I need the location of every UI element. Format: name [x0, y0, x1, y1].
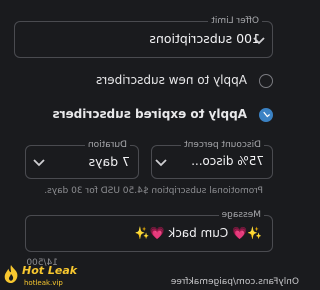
discount-percent-select[interactable]: Discount percent 75% disco...: [151, 139, 273, 179]
offer-limit-select[interactable]: Offer Limit 100 subscriptions: [14, 15, 273, 58]
radio-button[interactable]: [259, 74, 273, 88]
radio-button-checked[interactable]: [259, 108, 273, 122]
duration-select[interactable]: Duration 7 days: [25, 139, 139, 179]
message-legend: Message: [218, 209, 264, 221]
chevron-down-icon: [33, 159, 45, 167]
promo-helper-text: Promotional subscription $4.50 USD for 3…: [44, 186, 263, 196]
watermark-text: Hot Leak: [22, 264, 78, 277]
offer-limit-legend: Offer Limit: [208, 15, 262, 27]
discount-legend: Discount percent: [181, 139, 264, 151]
duration-legend: Duration: [84, 139, 130, 151]
offer-limit-value: 100 subscriptions: [149, 31, 260, 46]
watermark-subtext: hotleak.vip: [24, 279, 63, 287]
footer-url: OnlyFans.com/paigemakfree: [170, 277, 299, 287]
flame-logo-icon: [4, 265, 18, 283]
check-icon: [263, 111, 271, 118]
message-textarea[interactable]: Message ✨💗 Cum back 💗✨: [25, 209, 273, 252]
emoji-heart-sparkle: 💗✨: [134, 226, 165, 240]
discount-value: 75% disco...: [191, 154, 264, 168]
chevron-down-icon: [155, 159, 167, 167]
emoji-sparkle-heart: ✨💗: [232, 226, 262, 240]
radio-expired-subscribers[interactable]: Apply to expired subscribers: [0, 104, 299, 126]
duration-value: 7 days: [88, 154, 130, 169]
message-text: Cum back: [168, 226, 229, 240]
offer-form: Offer Limit 100 subscriptions Apply to n…: [0, 0, 299, 290]
chevron-down-icon: [253, 37, 265, 45]
radio-label-new: Apply to new subscribers: [96, 73, 247, 87]
message-value: ✨💗 Cum back 💗✨: [135, 226, 262, 240]
radio-label-expired: Apply to expired subscribers: [52, 107, 248, 121]
radio-new-subscribers[interactable]: Apply to new subscribers: [0, 70, 299, 92]
watermark: Hot Leak hotleak.vip: [0, 262, 77, 290]
